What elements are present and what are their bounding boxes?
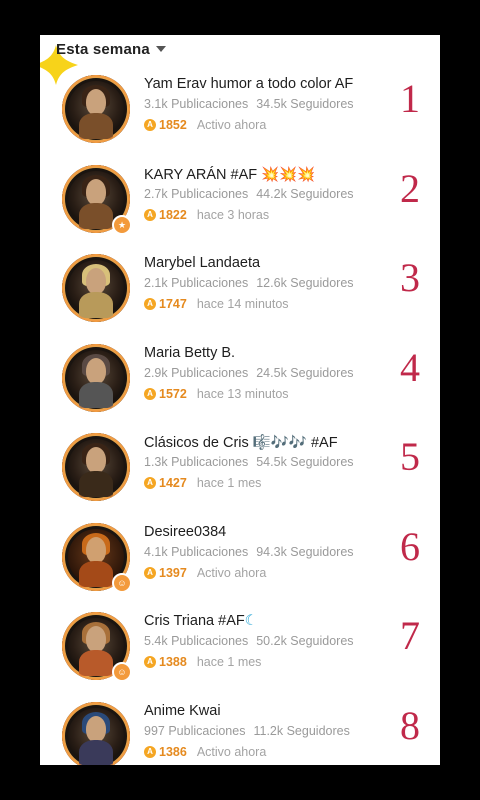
coin-icon: A — [144, 745, 156, 758]
list-item[interactable]: Marybel Landaeta 2.1k Publicaciones 12.6k… — [40, 250, 440, 340]
avatar-badge-icon: ☺ — [112, 572, 132, 593]
activity-status: hace 1 mes — [196, 655, 262, 669]
points-value: 1572 — [159, 386, 187, 401]
points-value: 1386 — [159, 744, 187, 759]
rank-number: 6 — [400, 523, 420, 569]
user-name: Cris Triana #AF☾ — [144, 613, 258, 629]
list-item[interactable]: Clásicos de Cris 🎼🎶🎶 #AF 1.3k Publicacio… — [40, 429, 440, 519]
activity-status: Activo ahora — [196, 565, 267, 580]
avatar[interactable] — [62, 701, 130, 765]
activity-status: hace 13 minutos — [196, 386, 289, 401]
avatar[interactable] — [62, 343, 130, 412]
list-item[interactable]: ★ KARY ARÁN #AF 💥💥💥 2.7k Publicaciones 44… — [40, 161, 440, 251]
list-item[interactable]: ☺ Desiree0384 4.1k Publicaciones 94.3k Se… — [40, 519, 440, 609]
coin-icon: A — [144, 119, 156, 131]
rank-number: 5 — [400, 434, 420, 479]
user-stats: 3.1k Publicaciones 34.5k Seguidores — [144, 97, 354, 111]
points-value: 1747 — [159, 297, 187, 311]
list-item[interactable]: Anime Kwai 997 Publicaciones 11.2k Seguid… — [40, 698, 440, 765]
leaderboard-list: Yam Erav humor a todo color AF 3.1k Publ… — [40, 71, 440, 765]
period-selector[interactable]: Esta semana — [40, 35, 440, 63]
rank-number: 1 — [400, 76, 420, 121]
points-value: 1852 — [159, 118, 187, 132]
user-meta: A 1572 hace 13 minutos — [144, 387, 289, 401]
ranking-panel: Esta semana Yam Erav humor a todo color … — [40, 35, 440, 765]
list-item[interactable]: ☺ Cris Triana #AF☾ 5.4k Publicaciones 50.… — [40, 608, 440, 698]
avatar[interactable] — [62, 75, 130, 143]
user-stats: 4.1k Publicaciones 94.3k Seguidores — [144, 544, 354, 559]
points-value: 1388 — [159, 655, 187, 669]
avatar-badge-icon: ★ — [112, 214, 132, 235]
user-meta: A 1427 hace 1 mes — [144, 476, 261, 490]
activity-status: hace 3 horas — [196, 207, 270, 222]
user-name: Marybel Landaeta — [144, 255, 261, 271]
points-value: 1427 — [159, 476, 187, 490]
list-item[interactable]: Yam Erav humor a todo color AF 3.1k Publ… — [40, 71, 440, 161]
chevron-down-icon — [155, 46, 166, 52]
user-meta: A 1397 Activo ahora — [144, 566, 266, 580]
user-stats: 5.4k Publicaciones 50.2k Seguidores — [144, 634, 354, 648]
points-value: 1397 — [159, 565, 187, 580]
user-stats: 2.7k Publicaciones 44.2k Seguidores — [144, 186, 354, 201]
activity-status: Activo ahora — [196, 744, 267, 759]
rank-number: 2 — [400, 165, 420, 211]
avatar[interactable] — [62, 254, 130, 322]
user-meta: A 1852 Activo ahora — [144, 118, 266, 132]
user-name: Yam Erav humor a todo color AF — [144, 76, 354, 92]
coin-icon: A — [144, 656, 156, 668]
avatar-badge-icon: ☺ — [112, 662, 132, 682]
coin-icon: A — [144, 298, 156, 310]
coin-icon: A — [144, 387, 156, 400]
rank-number: 3 — [400, 255, 420, 300]
activity-status: hace 1 mes — [196, 476, 262, 490]
coin-icon: A — [144, 477, 156, 489]
user-stats: 2.9k Publicaciones 24.5k Seguidores — [144, 365, 354, 380]
period-label: Esta semana — [56, 40, 150, 58]
list-item[interactable]: Maria Betty B. 2.9k Publicaciones 24.5k S… — [40, 340, 440, 430]
rank-number: 8 — [400, 702, 420, 748]
user-name: KARY ARÁN #AF 💥💥💥 — [144, 166, 316, 183]
rank-number: 7 — [400, 613, 420, 658]
user-stats: 997 Publicaciones 11.2k Seguidores — [144, 723, 350, 738]
user-meta: A 1386 Activo ahora — [144, 745, 266, 759]
activity-status: hace 14 minutos — [196, 297, 289, 311]
coin-icon: A — [144, 566, 156, 579]
user-name: Desiree0384 — [144, 523, 227, 540]
user-meta: A 1822 hace 3 horas — [144, 208, 269, 222]
user-stats: 1.3k Publicaciones 54.5k Seguidores — [144, 455, 354, 469]
user-name: Maria Betty B. — [144, 344, 236, 361]
user-name: Anime Kwai — [144, 702, 221, 719]
user-meta: A 1388 hace 1 mes — [144, 655, 261, 669]
user-meta: A 1747 hace 14 minutos — [144, 297, 289, 311]
activity-status: Activo ahora — [196, 118, 267, 132]
coin-icon: A — [144, 208, 156, 221]
avatar[interactable] — [62, 433, 130, 501]
rank-number: 4 — [400, 344, 420, 390]
user-name: Clásicos de Cris 🎼🎶🎶 #AF — [144, 435, 338, 451]
points-value: 1822 — [159, 207, 187, 222]
user-stats: 2.1k Publicaciones 12.6k Seguidores — [144, 276, 354, 290]
